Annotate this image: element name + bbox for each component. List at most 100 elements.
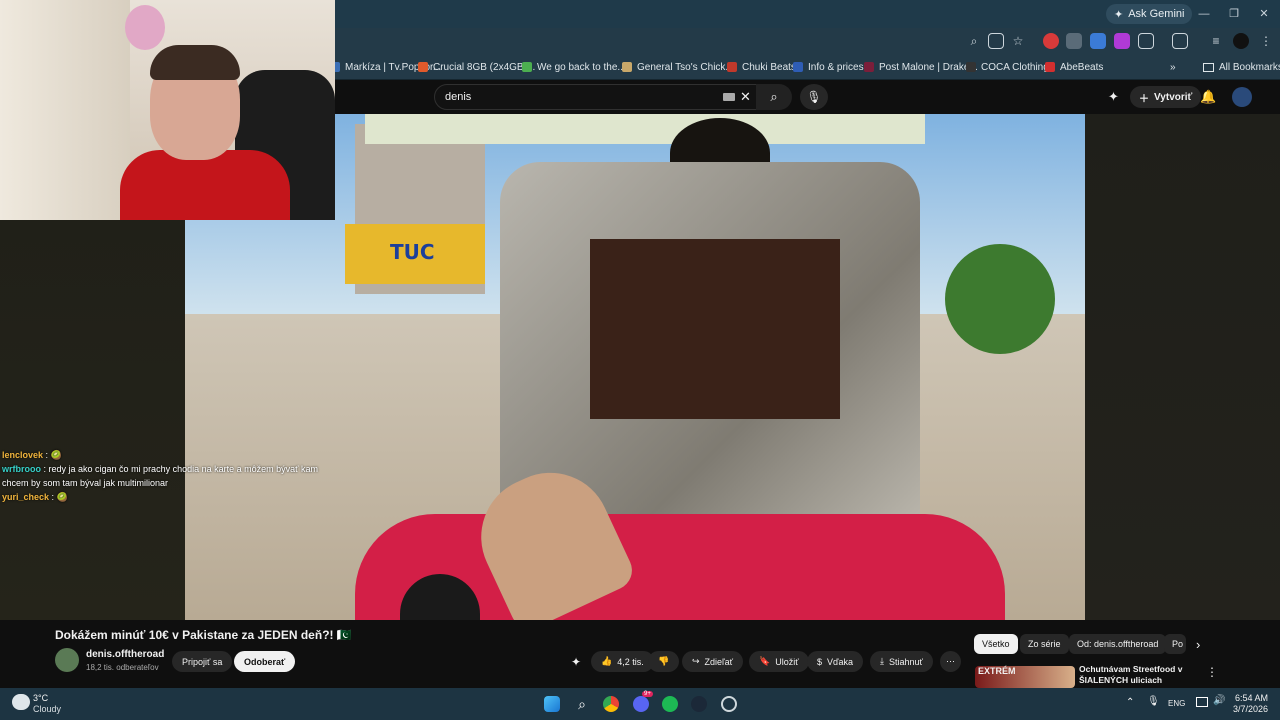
voice-search-button[interactable]: 🎙: [800, 84, 828, 110]
bookmarks-more-label: »: [1170, 61, 1176, 73]
webcam-hair: [150, 45, 240, 80]
create-button[interactable]: ＋ Vytvoriť: [1130, 86, 1202, 108]
channel-name[interactable]: denis.offtheroad: [86, 649, 164, 660]
thanks-button[interactable]: $ Vďaka: [807, 651, 864, 672]
chip-series[interactable]: Zo série: [1020, 634, 1069, 654]
bookmark-item[interactable]: Chuki Beats: [727, 58, 796, 76]
bookmark-item[interactable]: General Tso's Chick...: [622, 58, 734, 76]
chip-all[interactable]: Všetko: [974, 634, 1018, 654]
chip-partial-label: Po: [1172, 639, 1184, 649]
bookmark-item[interactable]: Crucial 8GB (2x4GB)...: [418, 58, 535, 76]
chat-message: lenclovek : 🥝: [2, 448, 342, 462]
side-panel-icon[interactable]: [1172, 33, 1188, 49]
browser-menu-icon[interactable]: ⋮: [1258, 33, 1274, 49]
chat-text: 🥝: [56, 492, 68, 502]
dislike-button[interactable]: 👎: [648, 651, 680, 672]
spotify-icon[interactable]: [662, 696, 678, 712]
restore-icon[interactable]: ❐: [1226, 6, 1242, 22]
bookmark-label: AbeBeats: [1060, 61, 1104, 73]
media-controls-icon[interactable]: ≡: [1208, 33, 1224, 49]
start-windows-icon[interactable]: [544, 696, 560, 712]
bookmark-item[interactable]: COCA Clothing: [966, 58, 1049, 76]
weather-condition[interactable]: Cloudy: [33, 704, 61, 714]
volume-icon[interactable]: 🔊: [1213, 695, 1225, 706]
extension-grey-icon[interactable]: [1066, 33, 1082, 49]
extension-purple-icon[interactable]: [1114, 33, 1130, 49]
gemini-sparkle-icon[interactable]: ✦: [1108, 89, 1124, 105]
chip-all-label: Všetko: [982, 639, 1010, 649]
share-label: Zdieľať: [704, 656, 734, 667]
save-label: Uložiť: [775, 656, 799, 667]
install-app-icon[interactable]: [988, 33, 1004, 49]
chevron-right-icon[interactable]: ›: [1196, 637, 1200, 652]
chip-from-channel[interactable]: Od: denis.offtheroad: [1069, 634, 1167, 654]
chat-username[interactable]: wrfbrooo: [2, 464, 41, 474]
chat-username[interactable]: lenclovek: [2, 450, 43, 460]
clock-date[interactable]: 3/7/2026: [1228, 704, 1268, 714]
bookmarks-more-button[interactable]: »: [1170, 58, 1176, 76]
zoom-icon[interactable]: ⌕: [966, 33, 982, 49]
language-indicator[interactable]: ENG: [1168, 699, 1185, 708]
chat-username[interactable]: yuri_check: [2, 492, 49, 502]
search-button[interactable]: ⌕: [756, 84, 792, 110]
minimize-icon[interactable]: —: [1196, 6, 1212, 22]
like-button[interactable]: 👍 4,2 tis.: [591, 651, 654, 672]
chat-separator: :: [41, 464, 49, 474]
bookmark-item[interactable]: Post Malone | Drake...: [864, 58, 978, 76]
app-circle-icon[interactable]: [721, 696, 737, 712]
save-button[interactable]: 🔖 Uložiť: [749, 651, 809, 672]
clock-time[interactable]: 6:54 AM: [1232, 693, 1268, 703]
extension-blue-icon[interactable]: [1090, 33, 1106, 49]
bookmark-star-icon[interactable]: ☆: [1010, 33, 1026, 49]
steam-icon[interactable]: [691, 696, 707, 712]
like-count: 4,2 tis.: [617, 656, 644, 667]
bookmark-item[interactable]: We go back to the...: [522, 58, 626, 76]
clear-search-icon[interactable]: ✕: [740, 89, 751, 105]
weather-cloud-icon[interactable]: [12, 694, 30, 710]
tray-mic-icon[interactable]: 🎙: [1147, 696, 1160, 707]
discord-icon[interactable]: 9+: [633, 691, 653, 712]
recommended-menu-icon[interactable]: ⋮: [1206, 665, 1218, 679]
recommended-thumbnail[interactable]: EXTRÉM: [975, 666, 1075, 688]
join-button[interactable]: Pripojiť sa: [172, 651, 233, 672]
share-button[interactable]: ↪ Zdieľať: [682, 651, 744, 672]
extension-red-icon[interactable]: [1043, 33, 1059, 49]
account-avatar[interactable]: [1232, 87, 1252, 107]
share-icon: ↪: [692, 656, 700, 666]
gemini-sparkle-icon: ✦: [1114, 8, 1124, 21]
bookmark-item[interactable]: AbeBeats: [1045, 58, 1103, 76]
save-bookmark-icon: 🔖: [759, 656, 771, 666]
thanks-label: Vďaka: [827, 656, 854, 667]
profile-avatar-icon[interactable]: [1233, 33, 1249, 49]
subscriber-count: 18,2 tis. odberateľov: [86, 663, 159, 672]
bookmark-item[interactable]: Info & prices: [793, 58, 864, 76]
bookmark-favicon-icon: [1045, 62, 1055, 72]
chat-separator: :: [43, 450, 51, 460]
search-icon: ⌕: [770, 89, 778, 104]
channel-avatar[interactable]: [55, 648, 79, 672]
notifications-bell-icon[interactable]: 🔔: [1200, 89, 1216, 105]
chrome-icon[interactable]: [603, 696, 619, 712]
download-button[interactable]: ⤓ Stiahnuť: [870, 651, 933, 672]
subscribe-button[interactable]: Odoberať: [234, 651, 296, 672]
keyboard-icon[interactable]: [723, 93, 735, 101]
chip-partial[interactable]: Po: [1164, 634, 1186, 654]
taskbar-search-icon[interactable]: ⌕: [574, 696, 590, 712]
thumbs-up-icon: 👍: [601, 656, 613, 666]
search-input[interactable]: denis ✕: [434, 84, 760, 110]
bookmark-label: COCA Clothing: [981, 61, 1049, 73]
chat-message: wrfbrooo : redy ja ako cigan čo mi prach…: [2, 462, 342, 490]
extensions-puzzle-icon[interactable]: [1138, 33, 1154, 49]
all-bookmarks-button[interactable]: All Bookmarks: [1203, 58, 1280, 76]
weather-temperature[interactable]: 3°C: [33, 693, 48, 703]
more-actions-button[interactable]: ⋯: [940, 651, 961, 672]
more-actions-icon: ⋯: [946, 656, 955, 666]
wall-sign-text: TUC: [390, 240, 435, 264]
gemini-ask-icon[interactable]: ✦: [571, 655, 581, 669]
tray-chevron-up-icon[interactable]: ⌃: [1126, 697, 1134, 708]
close-icon[interactable]: ✕: [1256, 6, 1272, 22]
ask-gemini-button[interactable]: ✦ Ask Gemini: [1106, 4, 1193, 24]
network-icon[interactable]: [1196, 697, 1208, 707]
webcam-curtain: [0, 0, 130, 220]
discord-badge: 9+: [642, 691, 653, 697]
